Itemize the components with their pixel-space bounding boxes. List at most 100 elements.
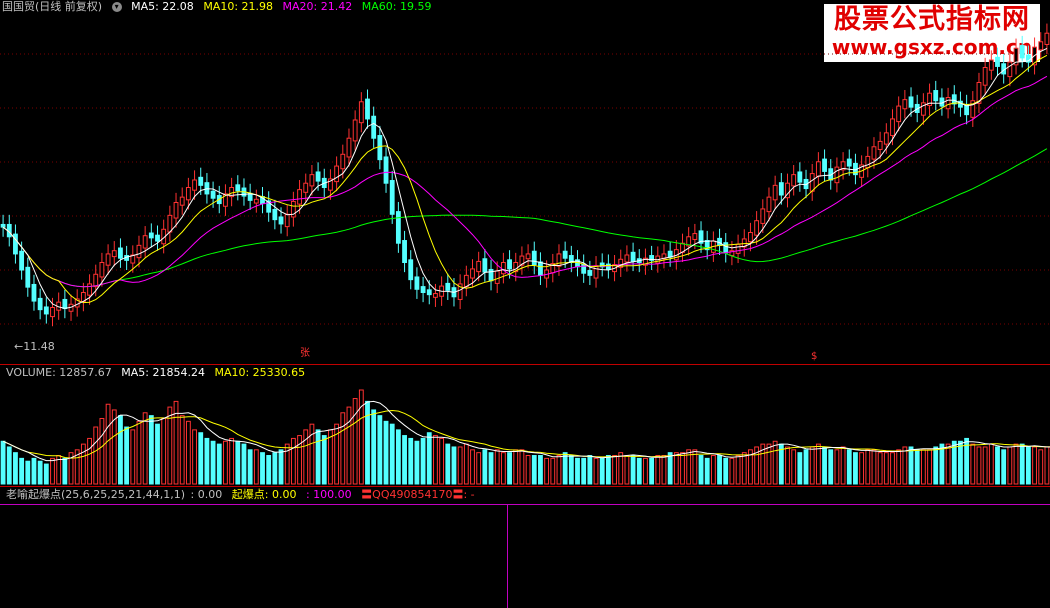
volume-bar <box>260 452 265 485</box>
volume-bar <box>661 455 667 485</box>
volume-bar <box>19 457 25 485</box>
volume-bar <box>1007 446 1013 485</box>
volume-bar <box>130 429 136 485</box>
ma10-line <box>2 54 1048 304</box>
candle <box>383 156 389 184</box>
candle <box>340 153 346 170</box>
candle <box>809 173 815 192</box>
volume-bar <box>556 455 562 485</box>
candle <box>389 180 395 215</box>
volume-bar <box>1044 446 1050 485</box>
candle <box>692 233 698 240</box>
candle <box>315 171 321 182</box>
candle <box>556 253 562 267</box>
volume-bar <box>148 415 154 485</box>
volume-bar <box>124 426 130 485</box>
volume-bar <box>562 452 568 485</box>
volume-bar <box>575 457 580 485</box>
volume-bar <box>612 455 617 485</box>
marker-dollar: $ <box>811 351 818 362</box>
volume-bar <box>43 463 49 485</box>
volume-bar <box>741 452 747 485</box>
volume-bar <box>433 435 438 485</box>
candle <box>426 289 432 296</box>
volume-bar <box>599 457 605 485</box>
volume-bar <box>667 452 673 485</box>
volume-bar <box>1019 443 1025 485</box>
volume-bar <box>235 440 241 485</box>
candle <box>346 137 352 158</box>
volume-bar <box>791 449 797 485</box>
volume-bar <box>704 457 710 485</box>
volume-bar <box>445 443 451 485</box>
candle <box>210 190 216 199</box>
candle <box>735 243 741 254</box>
volume-bar <box>272 452 278 485</box>
volume-bar <box>587 455 593 485</box>
candle <box>62 298 68 310</box>
volume-bar <box>896 449 902 485</box>
candle <box>766 196 772 213</box>
candle <box>253 198 259 204</box>
candle <box>420 286 426 294</box>
volume-bar <box>80 443 86 485</box>
candle <box>173 202 179 219</box>
volume-bar <box>241 443 247 485</box>
volume-bar <box>859 452 865 485</box>
volume-bar <box>1032 446 1037 485</box>
price-chart-svg[interactable] <box>0 0 1050 608</box>
candle <box>995 56 1000 67</box>
volume-bar <box>451 446 457 485</box>
volume-bar <box>402 435 407 485</box>
low-price-value: 11.48 <box>23 340 55 353</box>
candle <box>896 105 902 123</box>
volume-bar <box>118 415 123 485</box>
volume-bar <box>865 449 871 485</box>
volume-bar <box>649 457 655 485</box>
candle <box>445 282 451 291</box>
candle <box>624 254 630 263</box>
volume-bar <box>717 455 722 485</box>
candle <box>797 171 803 183</box>
volume-bar <box>643 457 648 485</box>
candle <box>815 161 821 177</box>
volume-bar <box>723 457 729 485</box>
candle <box>155 234 160 242</box>
volume-bar <box>408 437 414 485</box>
volume-bar <box>223 440 228 485</box>
volume-bar <box>655 455 661 485</box>
volume-bar <box>710 455 716 485</box>
candle <box>945 97 951 110</box>
candle <box>865 155 871 169</box>
candle <box>846 158 852 167</box>
candle <box>890 118 895 137</box>
volume-bar <box>185 420 191 485</box>
volume-bar <box>247 449 253 485</box>
volume-bar <box>290 437 296 485</box>
candle <box>136 244 142 259</box>
volume-bar <box>482 449 488 485</box>
candle <box>309 174 315 187</box>
candle <box>25 266 31 288</box>
candle <box>1019 45 1025 59</box>
volume-bar <box>729 457 735 485</box>
volume-bar <box>809 446 815 485</box>
volume-bar <box>519 449 525 485</box>
volume-bar <box>13 452 18 485</box>
candle <box>531 250 537 266</box>
candle <box>538 261 543 276</box>
candle <box>192 179 197 191</box>
volume-bar <box>803 449 809 485</box>
volume-bar <box>192 429 197 485</box>
candle <box>748 232 753 243</box>
volume-bar <box>970 443 976 485</box>
volume-bar <box>828 449 834 485</box>
volume-bar <box>420 437 426 485</box>
volume-bar <box>945 443 951 485</box>
volume-bar <box>210 440 216 485</box>
volume-bar <box>815 443 821 485</box>
volume-bar <box>99 417 105 485</box>
candle <box>408 259 414 281</box>
candle <box>587 270 593 276</box>
candle <box>1007 61 1013 78</box>
